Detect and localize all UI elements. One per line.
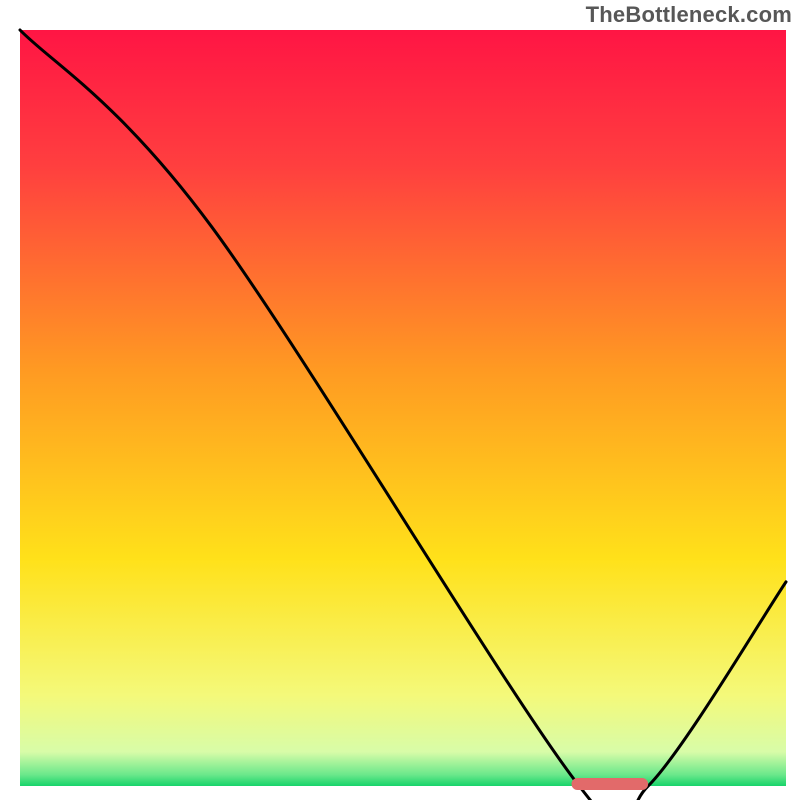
- watermark: TheBottleneck.com: [586, 2, 792, 28]
- plot-background: [20, 30, 786, 786]
- optimal-marker: [572, 778, 649, 790]
- chart-svg: [0, 0, 800, 800]
- chart-container: TheBottleneck.com: [0, 0, 800, 800]
